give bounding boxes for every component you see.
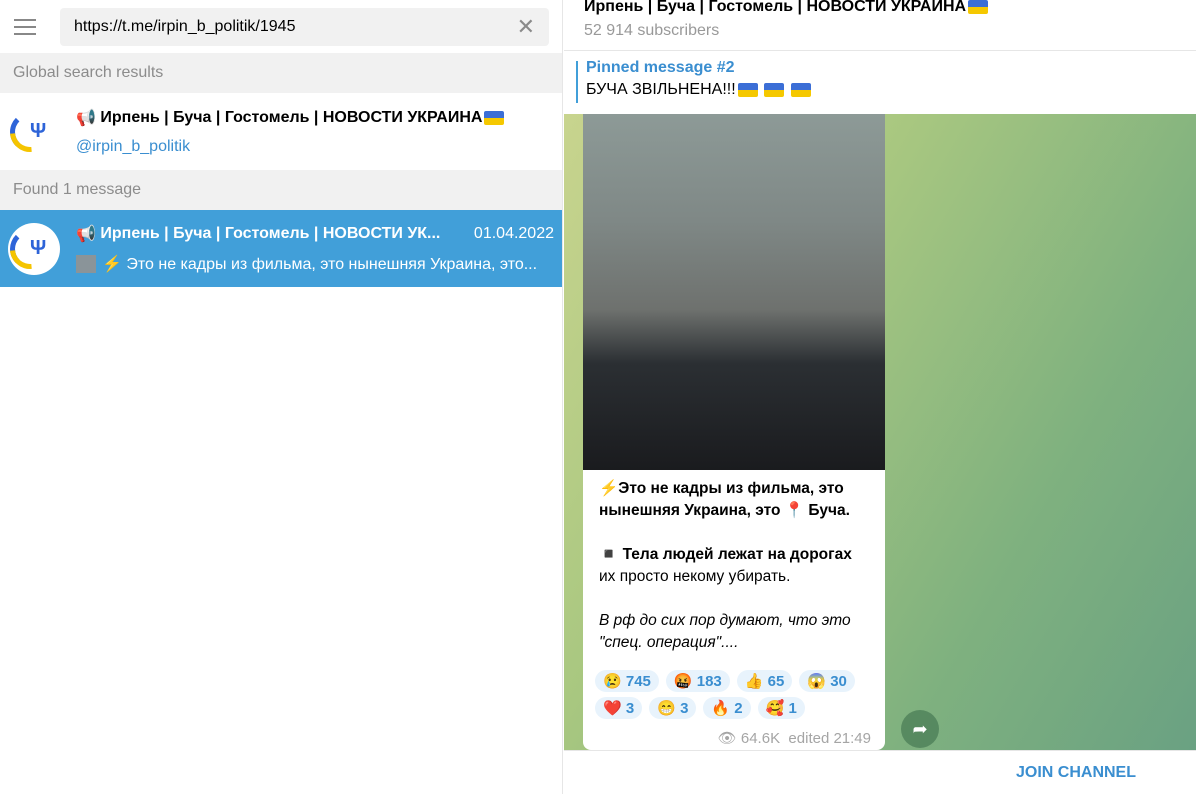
reaction-count: 183 <box>696 673 722 690</box>
reaction-button[interactable]: 🔥 2 <box>703 697 751 719</box>
reaction-button[interactable]: 😱 30 <box>799 670 855 692</box>
share-icon[interactable]: ➦ <box>901 710 939 748</box>
reaction-button[interactable]: ❤️ 3 <box>595 697 643 719</box>
menu-icon[interactable] <box>0 7 50 47</box>
reaction-button[interactable]: 😁 3 <box>649 697 697 719</box>
reactions: 😢 745 🤬 183 👍 65 😱 30 ❤️ 3 😁 3 🔥 2 🥰 1 <box>583 670 885 719</box>
channel-username: @irpin_b_politik <box>76 137 191 155</box>
reaction-count: 30 <box>830 673 847 690</box>
reaction-button[interactable]: 👍 65 <box>736 670 793 692</box>
chat-panel: Ирпень | Буча | Гостомель | НОВОСТИ УКРА… <box>564 0 1196 794</box>
message-bubble: ⚡Это не кадры из фильма, это нынешняя Ук… <box>583 114 885 750</box>
ukraine-flag-icon <box>968 0 989 14</box>
channel-title: Ирпень | Буча | Гостомель | НОВОСТИ УКРА… <box>100 108 483 126</box>
pinned-text: БУЧА ЗВІЛЬНЕНА!!! <box>586 81 736 98</box>
search-input[interactable] <box>74 17 517 36</box>
ukraine-flag-icon <box>484 110 505 125</box>
reaction-emoji-icon: 🔥 <box>711 700 731 717</box>
reaction-button[interactable]: 🤬 183 <box>665 670 730 692</box>
reaction-emoji-icon: 🥰 <box>765 700 785 717</box>
message-date: 01.04.2022 <box>473 224 554 242</box>
megaphone-icon: 📢 <box>76 225 96 243</box>
reaction-count: 65 <box>767 673 785 690</box>
top-bar: ✕ <box>0 0 562 53</box>
channel-result[interactable]: Ψ 📢 Ирпень | Буча | Гостомель | НОВОСТИ … <box>0 93 562 170</box>
chat-header[interactable]: Ирпень | Буча | Гостомель | НОВОСТИ УКРА… <box>564 0 1196 51</box>
reaction-count: 745 <box>625 673 651 690</box>
video-thumbnail <box>76 255 96 274</box>
reaction-emoji-icon: 😢 <box>603 673 622 690</box>
channel-avatar: Ψ <box>1 103 60 160</box>
video-player[interactable] <box>583 114 885 470</box>
message-chat-title: Ирпень | Буча | Гостомель | НОВОСТИ УК..… <box>100 224 441 242</box>
message-line-1: ⚡Это не кадры из фильма, это нынешняя Ук… <box>599 480 850 519</box>
reaction-count: 1 <box>788 700 797 717</box>
message-preview: ⚡ Это не кадры из фильма, это нынешняя У… <box>102 255 538 273</box>
reaction-button[interactable]: 😢 745 <box>595 670 659 692</box>
view-count: 64.6K <box>740 730 781 747</box>
eye-icon: 👁 <box>717 730 737 747</box>
ukraine-flag-icon <box>737 82 758 97</box>
ukraine-flag-icon <box>790 82 811 97</box>
search-box: ✕ <box>60 7 549 46</box>
message-line-2-bold: ◾ Тела людей лежат на дорогах <box>599 546 852 563</box>
reaction-emoji-icon: 😱 <box>807 673 827 690</box>
reaction-emoji-icon: 👍 <box>744 673 764 690</box>
pinned-title: Pinned message #2 <box>586 59 735 76</box>
reaction-count: 3 <box>625 700 635 717</box>
channel-avatar: Ψ <box>1 220 60 277</box>
message-result[interactable]: Ψ 📢 Ирпень | Буча | Гостомель | НОВОСТИ … <box>0 210 562 287</box>
join-channel-button[interactable]: JOIN CHANNEL <box>564 750 1196 794</box>
reaction-emoji-icon: ❤️ <box>603 700 622 717</box>
megaphone-icon: 📢 <box>76 109 96 127</box>
chat-background: ⚡Это не кадры из фильма, это нынешняя Ук… <box>564 114 1196 750</box>
found-messages-header: Found 1 message <box>0 170 562 210</box>
reaction-button[interactable]: 🥰 1 <box>757 697 805 719</box>
pinned-message-bar[interactable]: Pinned message #2 БУЧА ЗВІЛЬНЕНА!!! <box>564 51 1196 111</box>
message-meta: 👁 64.6K edited 21:49 <box>718 729 871 747</box>
message-line-2: их просто некому убирать. <box>599 568 791 585</box>
global-search-header: Global search results <box>0 53 562 93</box>
reaction-emoji-icon: 🤬 <box>673 673 693 690</box>
chat-title: Ирпень | Буча | Гостомель | НОВОСТИ УКРА… <box>584 0 967 15</box>
clear-search-icon[interactable]: ✕ <box>517 14 535 40</box>
left-panel: ✕ Global search results Ψ 📢 Ирпень | Буч… <box>0 0 563 794</box>
ukraine-flag-icon <box>764 82 785 97</box>
reaction-count: 3 <box>680 700 689 717</box>
edited-time: edited 21:49 <box>788 730 871 747</box>
reaction-count: 2 <box>734 700 743 717</box>
message-line-3: В рф до сих пор думают, что это "спец. о… <box>599 612 851 651</box>
subscriber-count: 52 914 subscribers <box>584 22 720 39</box>
reaction-emoji-icon: 😁 <box>657 700 676 717</box>
